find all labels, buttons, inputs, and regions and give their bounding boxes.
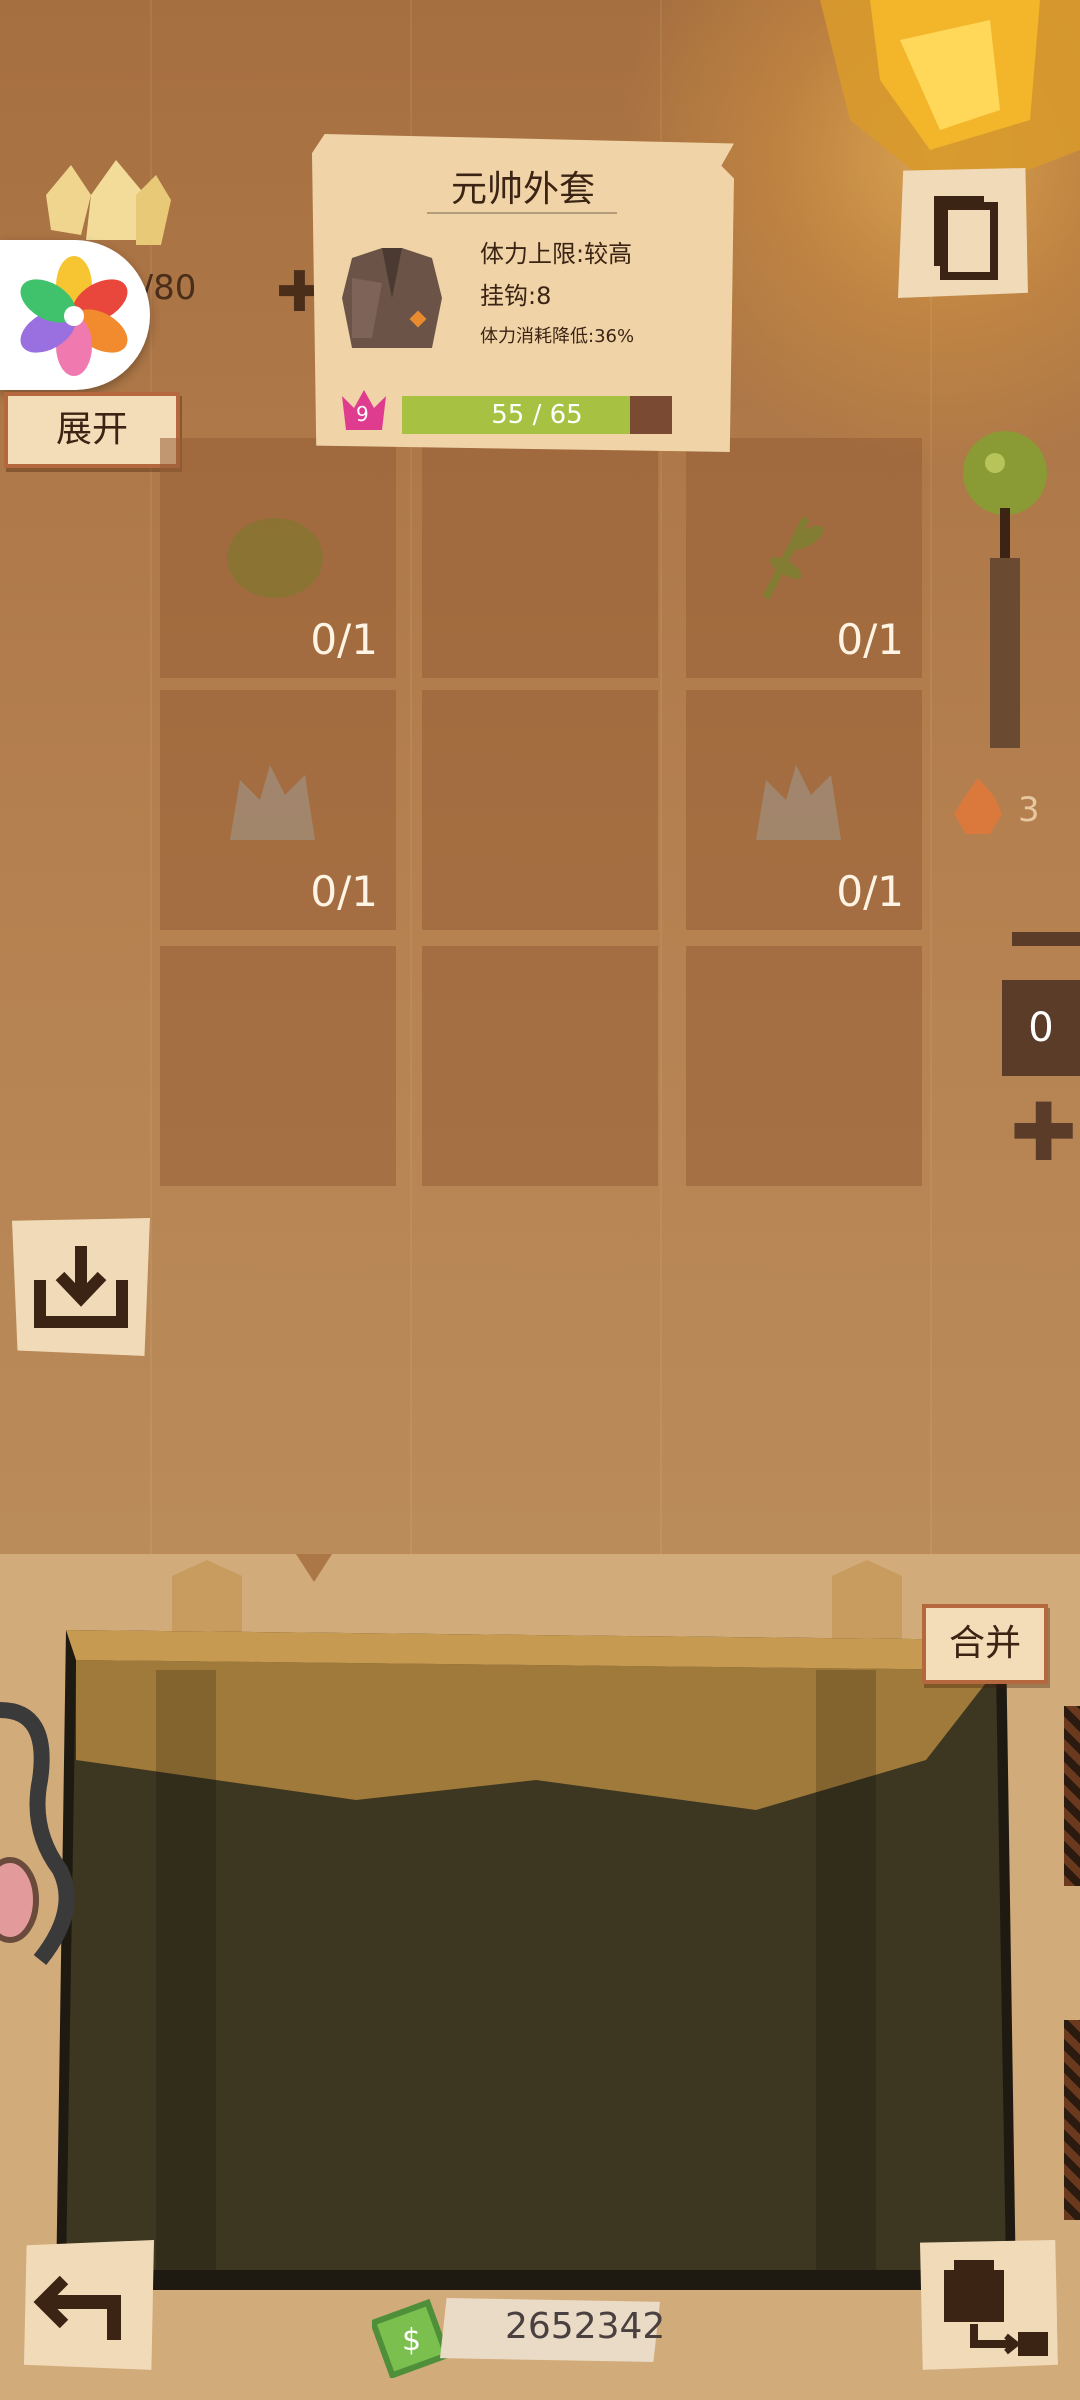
decrease-button[interactable] xyxy=(1012,932,1080,946)
grid-slot[interactable] xyxy=(686,946,922,1186)
merge-button[interactable]: 合并 xyxy=(922,1604,1048,1684)
documents-button[interactable] xyxy=(898,168,1028,298)
photos-app-overlay[interactable] xyxy=(0,240,150,390)
drop-button[interactable] xyxy=(12,1218,150,1356)
rope-strip xyxy=(1064,1706,1080,1886)
stat-stamina-reduction: 体力消耗降低:36% xyxy=(480,326,635,347)
hook-icon xyxy=(0,1702,75,1965)
cash-icon: $ xyxy=(372,2298,451,2378)
backpack-container[interactable] xyxy=(56,1610,1016,2310)
money-amount: 2652342 xyxy=(505,2306,666,2347)
stat-hooks: 挂钩:8 xyxy=(480,282,552,310)
stat-stamina-cap: 体力上限:较高 xyxy=(480,240,633,268)
grid-slot[interactable] xyxy=(422,438,658,678)
backpack-transfer-button[interactable] xyxy=(920,2240,1058,2370)
flame-icon xyxy=(954,778,1002,834)
pointer-notch xyxy=(296,1554,332,1582)
back-button[interactable] xyxy=(24,2240,154,2370)
slot-count: 0/1 xyxy=(836,615,904,664)
slot-count: 0/1 xyxy=(310,615,378,664)
flower-icon xyxy=(20,256,128,376)
grid-slot[interactable] xyxy=(422,690,658,930)
fur-icon xyxy=(746,750,856,864)
bag-icon xyxy=(220,498,330,612)
counter-value: 0 xyxy=(1002,980,1080,1076)
fur-icon xyxy=(220,750,330,864)
grid-slot[interactable]: 0/1 xyxy=(160,690,396,930)
grid-slot[interactable]: 0/1 xyxy=(686,690,922,930)
item-level: 9 xyxy=(356,402,369,426)
flame-count: 3 xyxy=(1018,790,1040,830)
download-icon xyxy=(34,1246,128,1328)
jacket-icon xyxy=(342,248,442,348)
grid-slot[interactable] xyxy=(160,946,396,1186)
durability-text: 55 / 65 xyxy=(491,400,583,430)
slot-count: 0/1 xyxy=(310,867,378,916)
rope-strip xyxy=(1064,2020,1080,2220)
svg-text:$: $ xyxy=(402,2323,421,2358)
grid-slot[interactable]: 0/1 xyxy=(686,438,922,678)
slot-count: 0/1 xyxy=(836,867,904,916)
grid-slot[interactable]: 0/1 xyxy=(160,438,396,678)
durability-bar: 55 / 65 xyxy=(402,396,672,434)
grid-slot[interactable] xyxy=(422,946,658,1186)
item-title: 元帅外套 xyxy=(450,169,595,210)
lever-icon xyxy=(963,431,1047,748)
expand-button[interactable]: 展开 xyxy=(4,392,180,468)
backpack-transfer-icon xyxy=(944,2260,1048,2356)
documents-icon xyxy=(934,196,998,280)
item-tooltip-card: 元帅外套 体力上限:较高 挂钩:8 体力消耗降低:36% 9 55 / 65 xyxy=(312,134,734,452)
back-arrow-icon xyxy=(33,2275,121,2340)
title-divider xyxy=(427,212,617,214)
increase-button[interactable]: ✚ xyxy=(1010,1093,1077,1173)
herb-icon xyxy=(746,498,856,612)
